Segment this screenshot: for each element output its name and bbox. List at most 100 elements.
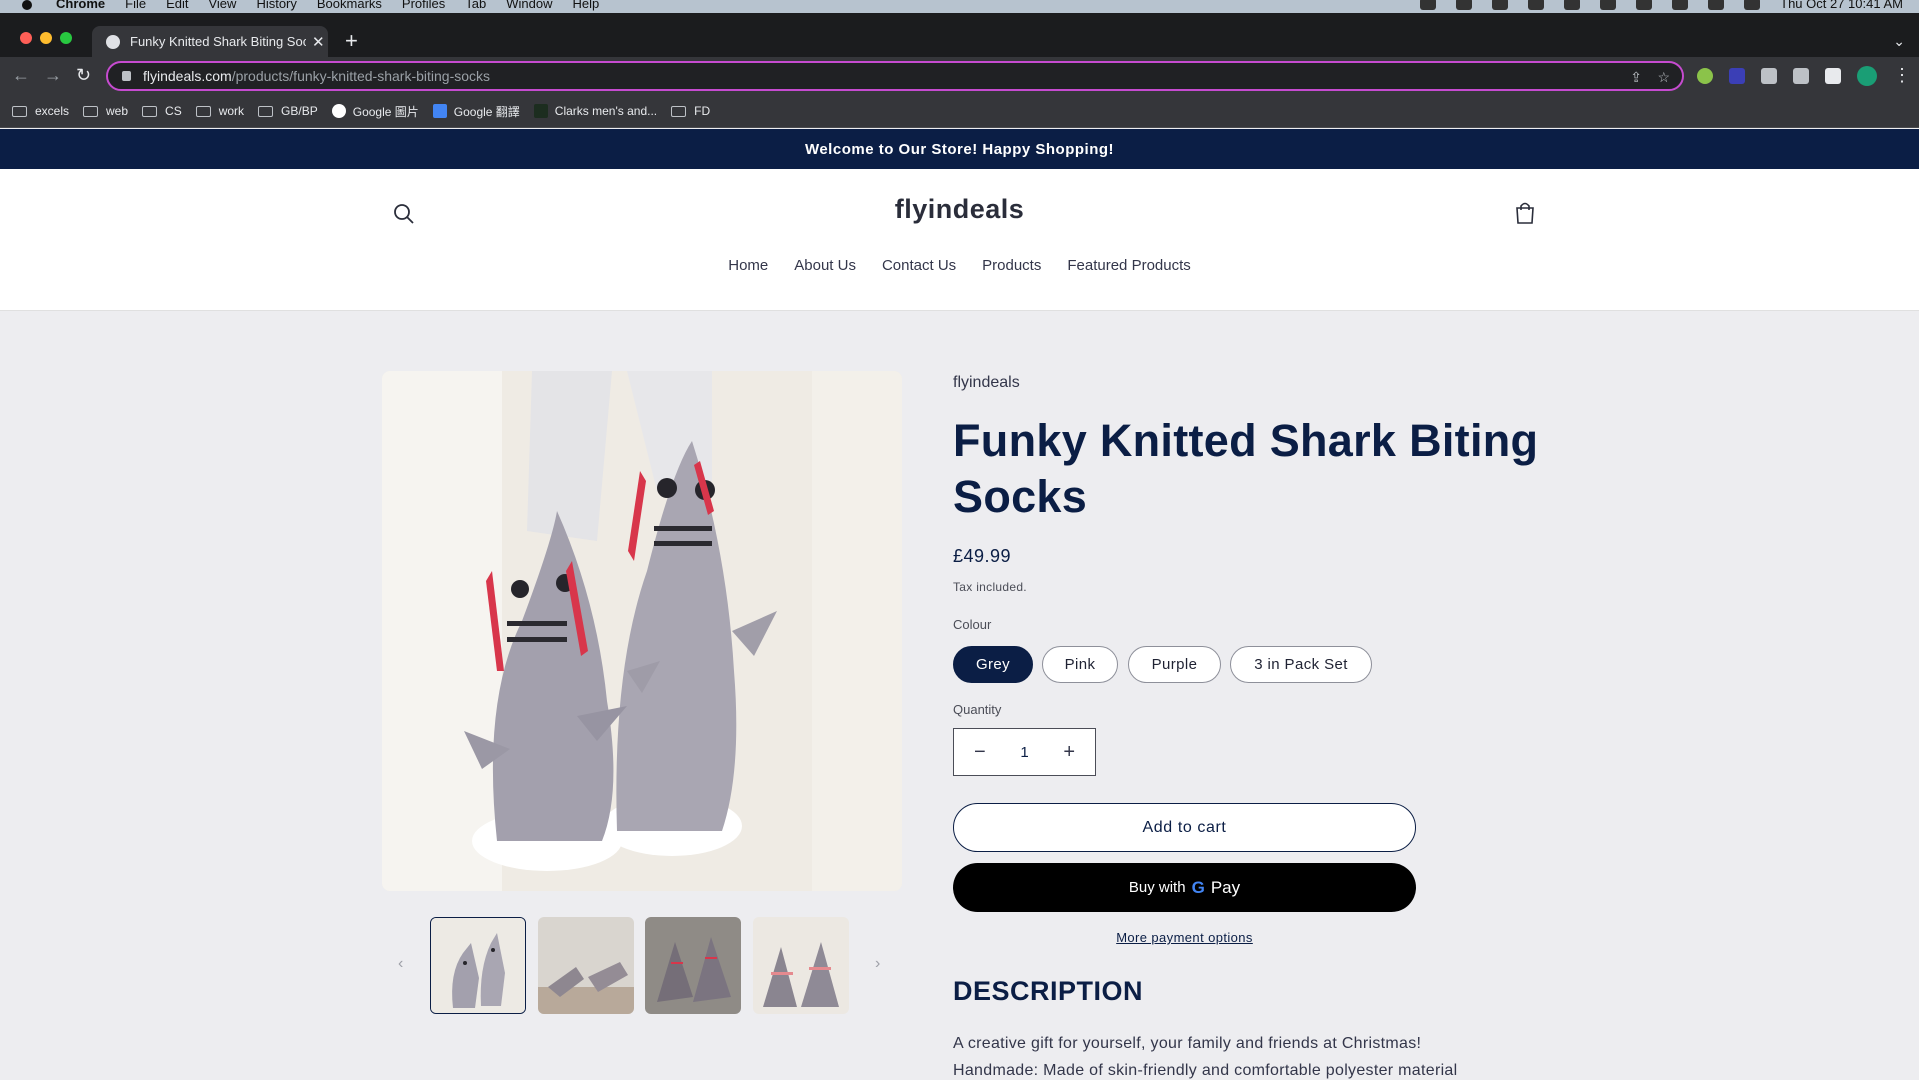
wifi-icon[interactable]	[1672, 0, 1689, 10]
gallery-thumbnail[interactable]	[645, 917, 741, 1014]
back-icon[interactable]: ←	[12, 65, 30, 86]
gallery-thumbnail[interactable]	[538, 917, 634, 1014]
bookmark-item[interactable]: web	[83, 104, 128, 118]
add-to-cart-button[interactable]: Add to cart	[953, 803, 1416, 852]
window-zoom-button[interactable]	[60, 32, 72, 44]
bookmark-label: Clarks men's and...	[554, 104, 658, 118]
bookmark-star-icon[interactable]: ☆	[1657, 69, 1670, 86]
colour-option-pink[interactable]: Pink	[1042, 646, 1118, 683]
share-icon[interactable]: ⇪	[1630, 69, 1642, 86]
menu-edit[interactable]: Edit	[166, 0, 188, 10]
product-main-image[interactable]	[382, 371, 902, 891]
quantity-input[interactable]: 1	[1020, 744, 1028, 761]
tab-close-icon[interactable]: ✕	[312, 33, 325, 51]
battery-icon[interactable]	[1636, 0, 1653, 10]
gallery-prev-icon[interactable]: ‹	[398, 955, 403, 973]
window-minimize-button[interactable]	[40, 32, 52, 44]
more-payment-options-link[interactable]: More payment options	[953, 930, 1416, 945]
side-panel-icon[interactable]	[1825, 68, 1841, 84]
bookmark-label: GB/BP	[281, 104, 318, 118]
bookmark-item[interactable]: GB/BP	[258, 104, 318, 118]
menubar-clock[interactable]: Thu Oct 27 10:41 AM	[1780, 0, 1903, 11]
menu-tab[interactable]: Tab	[465, 0, 486, 10]
lock-icon[interactable]	[122, 71, 131, 81]
menu-file[interactable]: File	[125, 0, 146, 10]
buy-with-gpay-button[interactable]: Buy with G Pay	[953, 863, 1416, 912]
menu-profiles[interactable]: Profiles	[402, 0, 445, 10]
extension-green-icon[interactable]	[1697, 68, 1713, 84]
extensions-puzzle-icon[interactable]	[1761, 68, 1777, 84]
menu-bookmarks[interactable]: Bookmarks	[317, 0, 382, 10]
bookmark-item[interactable]: Google 圖片	[331, 103, 419, 120]
window-close-button[interactable]	[20, 32, 32, 44]
tab-search-chevron-icon[interactable]: ⌄	[1893, 33, 1905, 50]
thumbnail-shark-pair-image	[645, 917, 741, 1014]
bookmark-label: Google 圖片	[352, 104, 419, 119]
bluetooth-icon[interactable]	[1564, 0, 1581, 10]
thumbnail-shark-grey-image	[431, 918, 525, 1013]
menu-window[interactable]: Window	[506, 0, 552, 10]
store-header: flyindeals Home About Us Contact Us Prod…	[0, 169, 1919, 311]
status-wechat-icon[interactable]	[1492, 0, 1509, 10]
quantity-plus-button[interactable]: +	[1063, 741, 1075, 764]
profile-avatar[interactable]	[1857, 66, 1877, 86]
menu-help[interactable]: Help	[573, 0, 600, 10]
folder-icon	[258, 105, 274, 117]
bookmark-label: work	[218, 104, 245, 118]
product-vendor: flyindeals	[953, 374, 1020, 391]
nav-contact-us[interactable]: Contact Us	[882, 257, 956, 274]
nav-about-us[interactable]: About Us	[794, 257, 856, 274]
reading-list-icon[interactable]	[1793, 68, 1809, 84]
gallery-thumbnail[interactable]	[753, 917, 849, 1014]
extension-download-icon[interactable]	[1729, 68, 1745, 84]
bookmark-label: CS	[165, 104, 182, 118]
gallery-thumbnail[interactable]	[430, 917, 526, 1014]
apple-icon[interactable]	[20, 0, 34, 11]
control-center-icon[interactable]	[1744, 0, 1761, 10]
quantity-minus-button[interactable]: −	[974, 741, 986, 764]
colour-option-purple[interactable]: Purple	[1128, 646, 1221, 683]
new-tab-button[interactable]: +	[345, 28, 358, 54]
colour-option-3-in-pack-set[interactable]: 3 in Pack Set	[1230, 646, 1372, 683]
translate-icon	[432, 104, 447, 118]
reload-icon[interactable]: ↻	[76, 65, 91, 86]
nav-home[interactable]: Home	[728, 257, 768, 274]
shark-socks-photo	[382, 371, 902, 891]
buy-with-label: Buy with	[1128, 879, 1186, 896]
menu-app-chrome[interactable]: Chrome	[56, 0, 105, 10]
colour-option-grey[interactable]: Grey	[953, 646, 1033, 683]
bookmark-item[interactable]: work	[195, 104, 245, 118]
nav-products[interactable]: Products	[982, 257, 1041, 274]
folder-icon	[671, 105, 687, 117]
status-play-icon[interactable]	[1528, 0, 1545, 10]
url-path: /products/funky-knitted-shark-biting-soc…	[231, 68, 491, 84]
bookmark-label: FD	[694, 104, 711, 118]
address-bar[interactable]: flyindeals.com /products/funky-knitted-s…	[106, 61, 1684, 91]
store-logo[interactable]: flyindeals	[0, 194, 1919, 225]
cart-icon[interactable]	[1512, 200, 1538, 226]
folder-icon	[83, 105, 99, 117]
status-app-icon[interactable]	[1420, 0, 1437, 10]
google-icon	[331, 104, 346, 118]
gallery-next-icon[interactable]: ›	[875, 955, 880, 973]
colour-label: Colour	[953, 617, 992, 632]
bookmark-item[interactable]: CS	[142, 104, 182, 118]
spotlight-icon[interactable]	[1708, 0, 1725, 10]
bookmark-item[interactable]: FD	[671, 104, 710, 118]
input-method-icon[interactable]	[1600, 0, 1617, 10]
browser-menu-icon[interactable]: ⋮	[1893, 65, 1911, 86]
menu-history[interactable]: History	[256, 0, 296, 10]
macos-menu-bar: Chrome File Edit View History Bookmarks …	[0, 0, 1919, 13]
menu-view[interactable]: View	[208, 0, 236, 10]
gpay-pay-label: Pay	[1210, 877, 1241, 897]
forward-icon[interactable]: →	[44, 65, 62, 86]
tab-favicon-icon	[106, 34, 120, 49]
announcement-text: Welcome to Our Store! Happy Shopping!	[804, 140, 1115, 158]
bookmark-item[interactable]: Clarks men's and...	[533, 104, 658, 118]
browser-tab-active[interactable]: Funky Knitted Shark Biting Soc ✕	[92, 26, 328, 57]
nav-featured-products[interactable]: Featured Products	[1067, 257, 1190, 274]
announcement-bar: Welcome to Our Store! Happy Shopping!	[0, 129, 1919, 169]
bookmark-item[interactable]: excels	[12, 104, 69, 118]
status-line-icon[interactable]	[1456, 0, 1473, 10]
bookmark-item[interactable]: Google 翻譯	[432, 103, 520, 120]
